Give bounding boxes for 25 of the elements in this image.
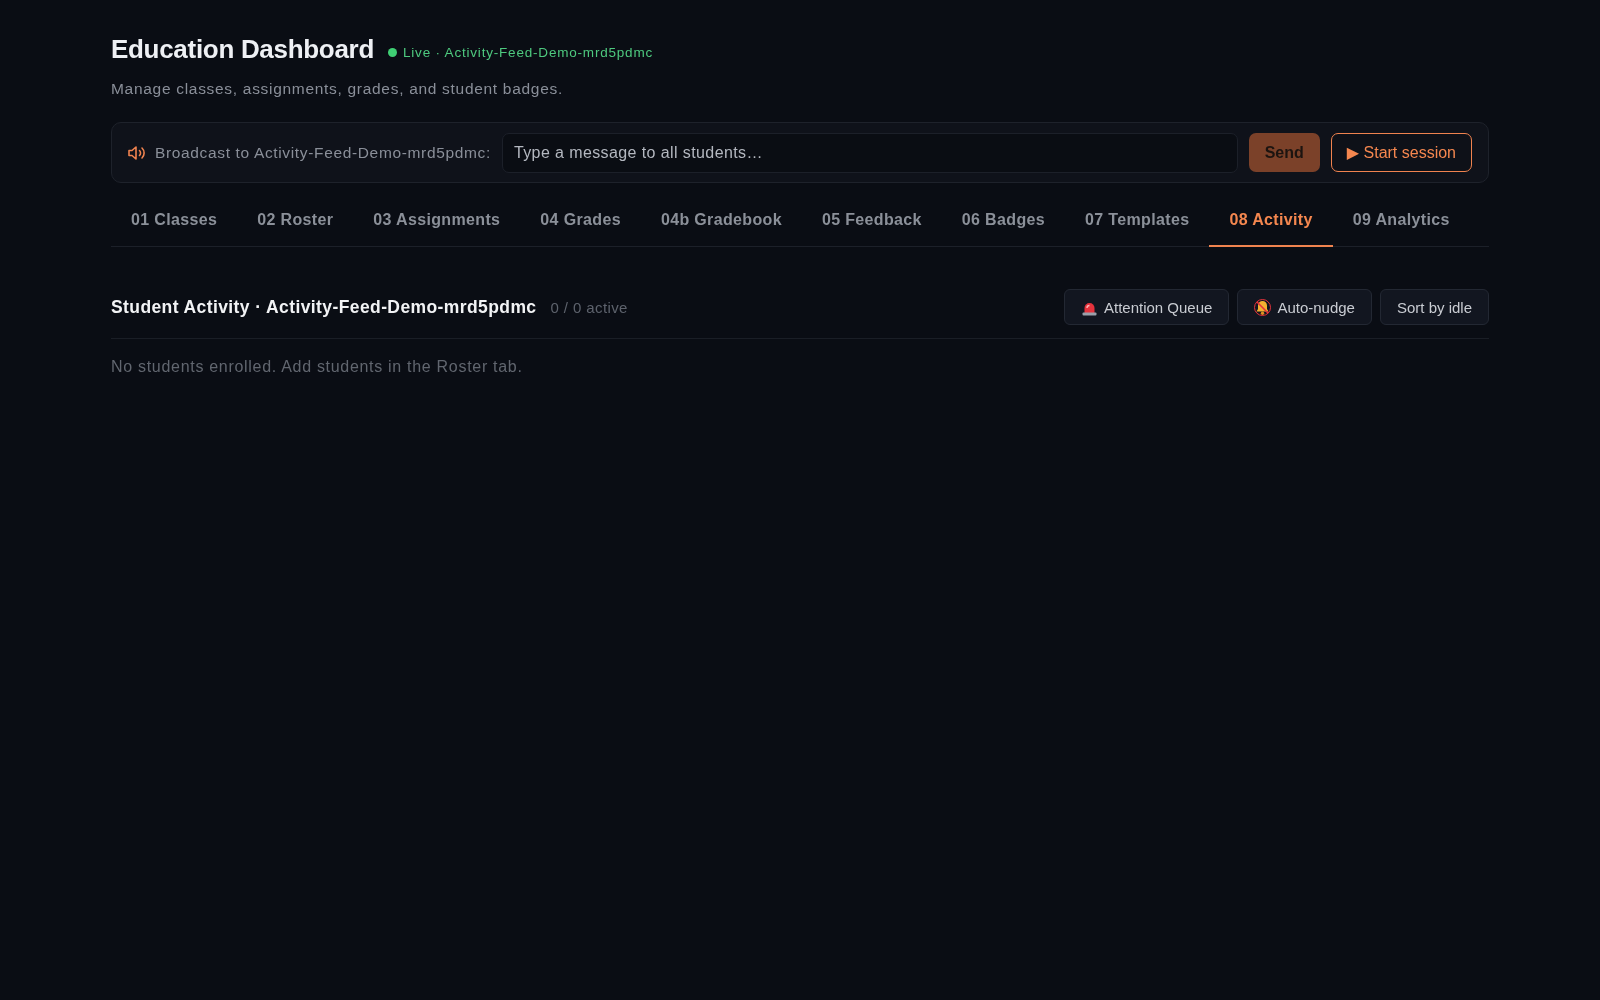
section-title: Student Activity · Activity-Feed-Demo-mrd5pdmc — [111, 296, 537, 318]
auto-nudge-button[interactable]: Auto-nudge — [1237, 289, 1372, 325]
tab[interactable]: 05 Feedback — [801, 195, 942, 247]
empty-message: No students enrolled. Add students in the Roster tab. — [111, 358, 524, 376]
start-session-button[interactable]: ▶ Start session — [1330, 133, 1472, 172]
status-dot-icon — [388, 47, 397, 57]
active-count: 0 / 0 active — [550, 298, 628, 316]
speaker-icon — [128, 144, 146, 161]
tab[interactable]: 06 Badges — [941, 195, 1066, 247]
page-title: Education Dashboard — [111, 34, 374, 65]
tab[interactable]: 09 Analytics — [1332, 195, 1470, 247]
tab[interactable]: 03 Assignments — [353, 195, 521, 247]
tab[interactable]: 08 Activity — [1209, 195, 1333, 247]
tab[interactable]: 07 Templates — [1065, 195, 1210, 247]
tab[interactable]: 04b Gradebook — [640, 195, 802, 247]
message-field[interactable]: Type a message to all students… — [501, 132, 1238, 173]
tab[interactable]: 04 Grades — [520, 195, 641, 247]
live-status: Live · Activity-Feed-Demo-mrd5pdmc — [403, 44, 653, 60]
sort-button[interactable]: Sort by idle — [1379, 289, 1489, 325]
muted-bell-icon — [1254, 298, 1272, 316]
page-subtitle: Manage classes, assignments, grades, and student badges. — [111, 80, 564, 98]
tab[interactable]: 01 Classes — [111, 195, 238, 247]
attention-queue-button[interactable]: Attention Queue — [1063, 289, 1230, 325]
broadcast-label: Broadcast to Activity-Feed-Demo-mrd5pdmc: — [155, 143, 491, 162]
tab[interactable]: 02 Roster — [237, 195, 354, 247]
